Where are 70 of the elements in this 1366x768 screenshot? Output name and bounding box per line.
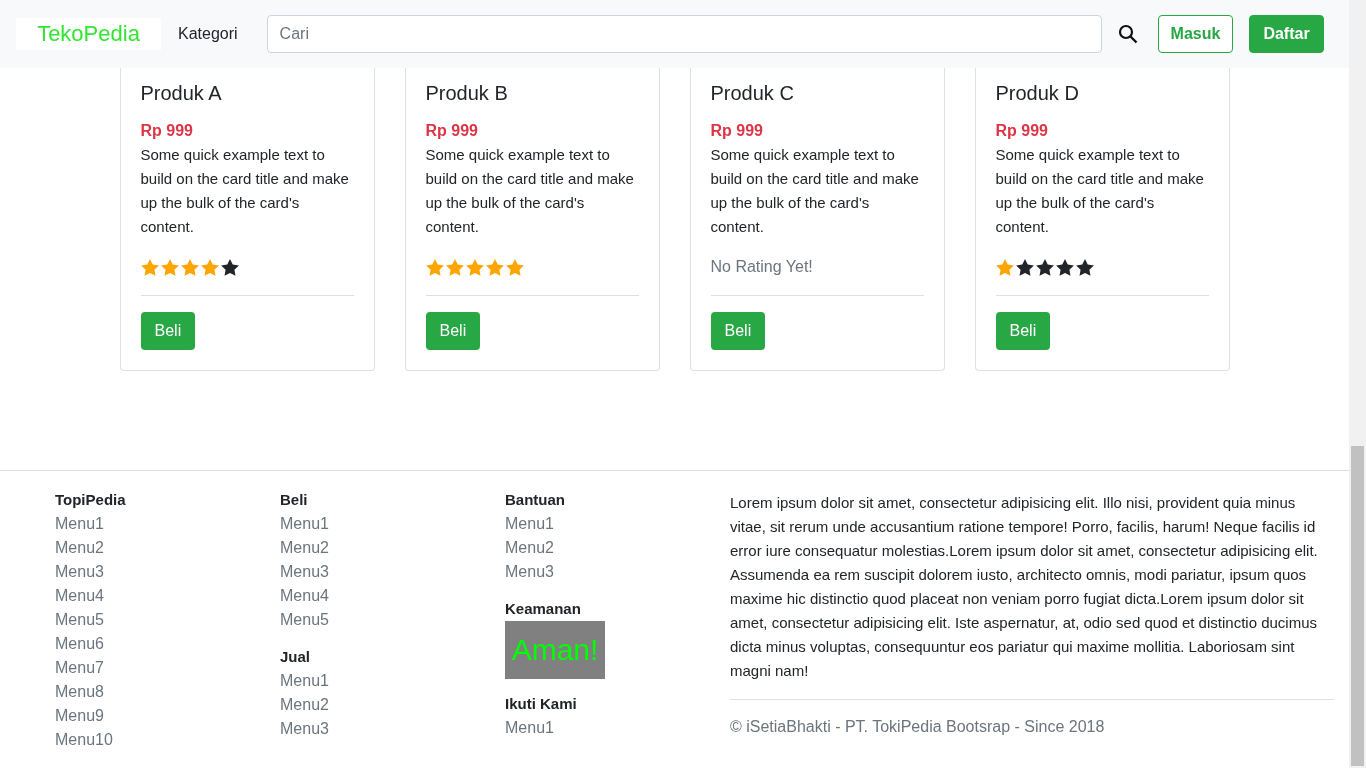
- footer-heading: TopiPedia: [55, 491, 127, 509]
- footer-heading: Bantuan: [505, 491, 566, 509]
- security-badge: Aman!: [505, 621, 605, 679]
- footer-link[interactable]: Menu9: [55, 704, 280, 728]
- footer-link[interactable]: Menu1: [280, 512, 505, 536]
- star-icon: [140, 258, 159, 276]
- footer-link[interactable]: Menu1: [505, 512, 730, 536]
- product-description: Some quick example text to build on the card title and make up the bulk of the card's content.: [425, 145, 635, 237]
- star-icon: [180, 258, 199, 276]
- footer-link[interactable]: Menu1: [55, 512, 280, 536]
- search-field[interactable]: Cari: [266, 15, 1102, 53]
- footer-heading: Beli: [280, 491, 309, 509]
- register-button[interactable]: Daftar: [1249, 15, 1324, 53]
- star-icon: [1075, 258, 1094, 276]
- product-description: Some quick example text to build on the card title and make up the bulk of the card's content.: [710, 145, 920, 237]
- buy-button[interactable]: Beli: [140, 312, 196, 350]
- buy-button[interactable]: Beli: [995, 312, 1051, 350]
- product-price: Rp 999: [140, 121, 194, 141]
- footer-link[interactable]: Menu1: [280, 669, 505, 693]
- about-text: Lorem ipsum dolor sit amet, consectetur adipisicing elit. Illo nisi, provident quia minus vitae, sit rerum unde accusantium ratione tempore! Porro, facilis, harum! Neque facilis id error iure consequatur molestias.Lorem ipsum dolor sit amet, consectetur adipisicing elit. Assumenda ea rem suscipit dolorem iusto, architecto omnis, modi pariatur, ipsum quos maxime hic distinctio quod placeat non veniam porro fugiat dicta.Lorem ipsum dolor sit amet, consectetur adipisicing elit. Iste aspernatur, at, odio sed quod et distinctio ducimus dicta minus voluptas, consequuntur eos pariatur qui maxime mollitia. Laboriosam sint magni nam!: [730, 493, 1319, 681]
- star-icon: [1055, 258, 1074, 276]
- footer-link[interactable]: Menu3: [280, 560, 505, 584]
- star-icon: [160, 258, 179, 276]
- footer-link[interactable]: Menu6: [55, 632, 280, 656]
- footer-heading: Keamanan: [505, 600, 582, 618]
- footer-link[interactable]: Menu8: [55, 680, 280, 704]
- footer-link[interactable]: Menu5: [280, 608, 505, 632]
- product-title: Produk A: [140, 82, 223, 105]
- star-icon: [1035, 258, 1054, 276]
- footer-link[interactable]: Menu4: [55, 584, 280, 608]
- footer-link[interactable]: Menu7: [55, 656, 280, 680]
- footer-link[interactable]: Menu1: [505, 716, 730, 740]
- star-icon: [425, 258, 444, 276]
- star-icon: [200, 258, 219, 276]
- copyright-text: © iSetiaBhakti - PT. TokiPedia Bootsrap - Since 2018: [730, 699, 1334, 736]
- product-price: Rp 999: [710, 121, 764, 141]
- footer-link[interactable]: Menu2: [505, 536, 730, 560]
- star-icon: [1015, 258, 1034, 276]
- product-description: Some quick example text to build on the card title and make up the bulk of the card's content.: [995, 145, 1205, 237]
- star-icon: [445, 258, 464, 276]
- rating-note: No Rating Yet!: [710, 257, 814, 277]
- footer-link[interactable]: Menu3: [280, 717, 505, 741]
- login-button[interactable]: Masuk: [1157, 15, 1234, 53]
- footer-link[interactable]: Menu2: [280, 693, 505, 717]
- product-price: Rp 999: [995, 121, 1049, 141]
- product-description: Some quick example text to build on the card title and make up the bulk of the card's content.: [140, 145, 350, 237]
- footer-link[interactable]: Menu10: [55, 728, 280, 752]
- footer-link[interactable]: Menu3: [505, 560, 730, 584]
- product-price: Rp 999: [425, 121, 479, 141]
- category-link[interactable]: Kategori: [178, 25, 238, 43]
- star-icon: [485, 258, 504, 276]
- footer-heading: Jual: [280, 648, 311, 666]
- product-title: Produk D: [995, 82, 1080, 105]
- star-icon: [995, 258, 1014, 276]
- search-icon: [1117, 24, 1138, 44]
- scrollbar[interactable]: [1349, 0, 1366, 768]
- buy-button[interactable]: Beli: [425, 312, 481, 350]
- product-title: Produk B: [425, 82, 509, 105]
- product-title: Produk C: [710, 82, 795, 105]
- star-icon: [465, 258, 484, 276]
- star-icon: [505, 258, 524, 276]
- footer-link[interactable]: Menu4: [280, 584, 505, 608]
- footer-link[interactable]: Menu3: [55, 560, 280, 584]
- scrollbar-thumb[interactable]: [1351, 446, 1364, 766]
- footer-heading: Ikuti Kami: [505, 695, 578, 713]
- footer-link[interactable]: Menu2: [55, 536, 280, 560]
- buy-button[interactable]: Beli: [710, 312, 766, 350]
- footer-link[interactable]: Menu2: [280, 536, 505, 560]
- footer-link[interactable]: Menu5: [55, 608, 280, 632]
- star-icon: [220, 258, 239, 276]
